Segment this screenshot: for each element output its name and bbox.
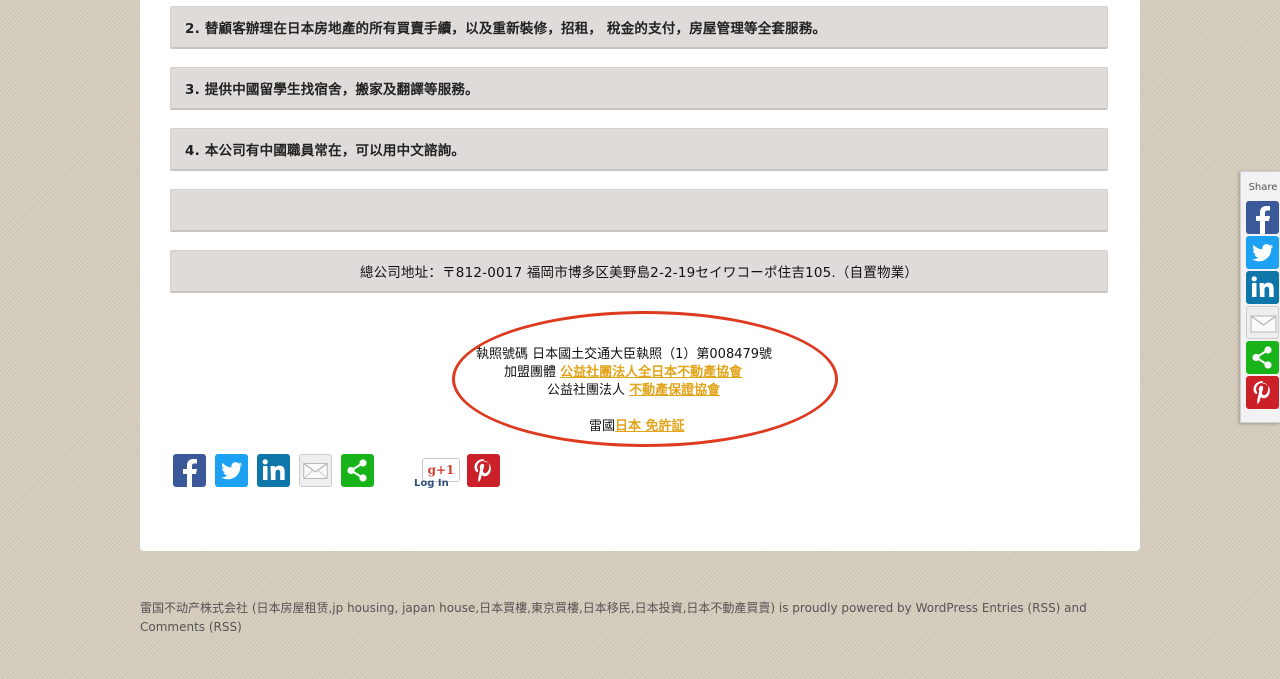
gplus-label: g+1 (427, 463, 455, 477)
guarantee-line: 公益社團法人 不動產保證協會 (547, 382, 720, 400)
side-twitter-icon[interactable] (1246, 236, 1279, 269)
guarantee-link[interactable]: 不動產保證協會 (629, 383, 720, 398)
floating-share-bar: Share (1240, 171, 1280, 423)
member-org-link[interactable]: 公益社團法人全日本不動產協會 (560, 365, 742, 380)
email-icon[interactable] (299, 454, 332, 487)
permit-link[interactable]: 日本 免許証 (615, 419, 685, 434)
linkedin-icon[interactable] (257, 454, 290, 487)
footer-credits: 雷国不动产株式会社 (日本房屋租赁,jp housing, japan hous… (140, 601, 1087, 634)
gplus-login-link[interactable]: Log In (414, 478, 449, 489)
side-share-icon[interactable] (1246, 341, 1279, 374)
license-number: 執照號碼 日本國土交通大臣執照（1）第008479號 (476, 347, 773, 362)
pinterest-icon[interactable] (467, 454, 500, 487)
member-org-line: 加盟團體 公益社團法人全日本不動產協會 (504, 364, 742, 382)
empty-info-box (170, 189, 1108, 232)
share-icon[interactable] (341, 454, 374, 487)
service-item-2: 2. 替顧客辦理在日本房地產的所有買賣手續，以及重新裝修，招租， 稅金的支付，房… (170, 6, 1108, 49)
side-email-icon[interactable] (1246, 306, 1279, 339)
twitter-icon[interactable] (215, 454, 248, 487)
facebook-icon[interactable] (173, 454, 206, 487)
guarantee-label: 公益社團法人 (547, 383, 630, 398)
side-share-label: Share (1248, 182, 1278, 193)
side-linkedin-icon[interactable] (1246, 271, 1279, 304)
permit-line: 雷國日本 免許証 (589, 418, 685, 436)
permit-label: 雷國 (589, 419, 616, 434)
content-panel: 2. 替顧客辦理在日本房地產的所有買賣手續，以及重新裝修，招租， 稅金的支付，房… (140, 0, 1140, 551)
side-facebook-icon[interactable] (1246, 201, 1279, 234)
member-org-label: 加盟團體 (504, 365, 561, 380)
service-item-4: 4. 本公司有中國職員常在，可以用中文諮詢。 (170, 128, 1108, 171)
company-address: 總公司地址：〒812-0017 福岡市博多区美野島2-2-19セイワコーポ住吉1… (170, 250, 1108, 293)
service-item-3: 3. 提供中國留學生找宿舍，搬家及翻譯等服務。 (170, 67, 1108, 110)
side-pinterest-icon[interactable] (1246, 376, 1279, 409)
